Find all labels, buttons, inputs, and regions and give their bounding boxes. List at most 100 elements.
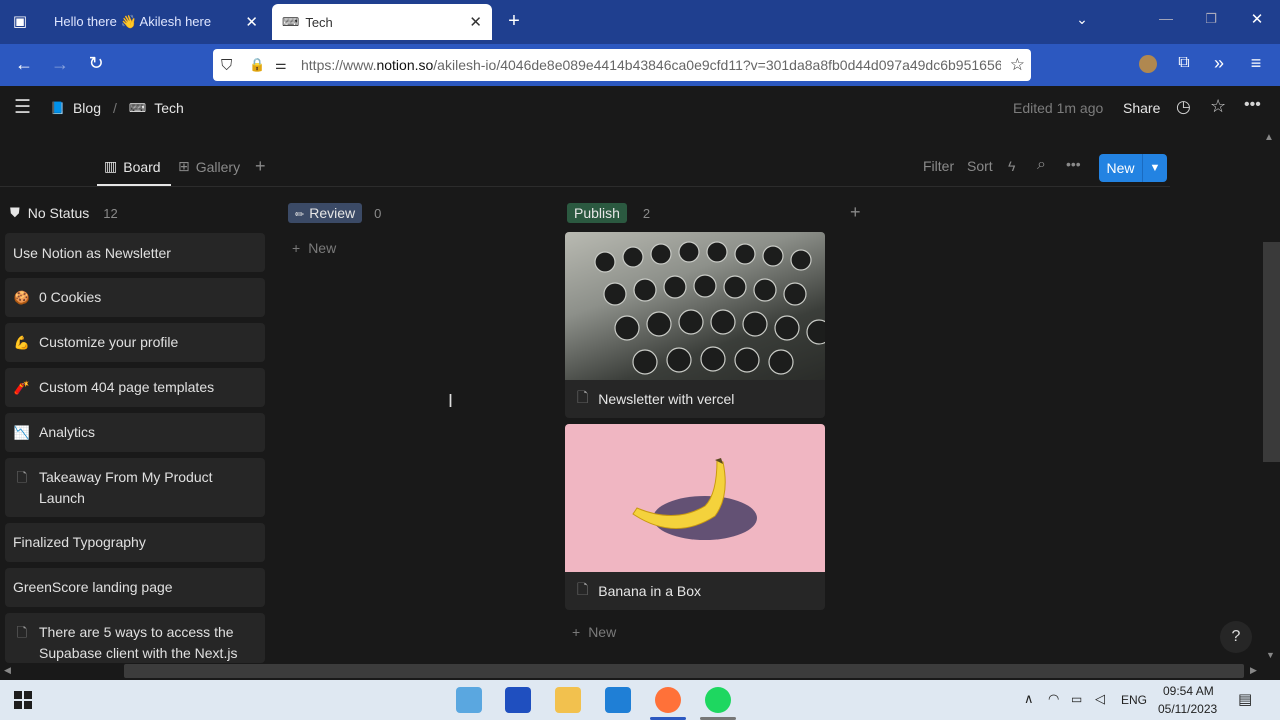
tab-title: Hello there 👋 Akilesh here — [54, 14, 212, 29]
browser-tab-tech[interactable]: ⌨ Tech ✕ — [272, 4, 492, 40]
url-prefix: https://www. — [301, 57, 377, 73]
tab-board[interactable]: ▥ Board — [104, 158, 161, 175]
notification-icon[interactable]: ▤ — [1238, 690, 1252, 708]
firefox-icon[interactable] — [655, 687, 681, 713]
language-indicator[interactable]: ENG — [1121, 693, 1147, 707]
battery-icon[interactable]: ▭ — [1071, 692, 1082, 706]
card-title: Use Notion as Newsletter — [13, 245, 171, 261]
webstorm-icon[interactable] — [505, 687, 531, 713]
lock-icon[interactable]: 🔒 — [249, 57, 265, 73]
help-button[interactable]: ? — [1220, 621, 1252, 653]
view-more-icon[interactable]: ••• — [1066, 156, 1081, 172]
card[interactable]: 🗋 Takeaway From My Product Launch — [5, 458, 265, 517]
back-arrow-icon[interactable]: ← — [12, 54, 36, 75]
add-group-icon[interactable]: + — [850, 202, 861, 223]
url-text[interactable]: https://www.notion.so/akilesh-io/4046de8… — [301, 57, 1001, 73]
app-icon-generic[interactable] — [456, 687, 482, 713]
card-title: Analytics — [39, 424, 96, 440]
card[interactable]: GreenScore landing page — [5, 568, 265, 607]
publish-new-button[interactable]: + New — [572, 624, 616, 640]
card[interactable]: 🗋 There are 5 ways to access the Supabas… — [5, 613, 265, 663]
tab-gallery[interactable]: ⊞ Gallery — [178, 158, 240, 175]
column-count: 2 — [642, 205, 651, 221]
review-new-button[interactable]: + New — [292, 240, 336, 256]
clock-date[interactable]: 05/11/2023 — [1158, 702, 1217, 716]
add-view-icon[interactable]: + — [255, 156, 266, 177]
history-clock-icon[interactable]: ◷ — [1176, 97, 1191, 117]
share-button[interactable]: Share — [1123, 100, 1160, 116]
publish-card[interactable]: 🗋 Banana in a Box — [565, 424, 825, 610]
tab-overview-icon[interactable]: ▣ — [8, 12, 32, 30]
scroll-down-arrow-icon[interactable]: ▼ — [1266, 650, 1275, 660]
more-options-icon[interactable]: ••• — [1244, 96, 1261, 114]
card-title: There are 5 ways to access the Supabase … — [39, 624, 238, 661]
chevron-down-icon[interactable]: ▼ — [1142, 154, 1167, 182]
sort-button[interactable]: Sort — [967, 158, 993, 174]
address-bar[interactable]: ⛉ 🔒 ⚌ https://www.notion.so/akilesh-io/4… — [213, 49, 1031, 81]
card[interactable]: 📉 Analytics — [5, 413, 265, 452]
scroll-up-arrow-icon[interactable]: ▲ — [1264, 132, 1274, 143]
menu-icon[interactable]: ≡ — [1244, 53, 1268, 74]
permissions-icon[interactable]: ⚌ — [275, 57, 287, 73]
wifi-icon[interactable]: ◠ — [1048, 691, 1059, 707]
bookmark-star-icon[interactable]: ☆ — [1010, 55, 1025, 75]
card[interactable]: Use Notion as Newsletter — [5, 233, 265, 272]
favorite-star-icon[interactable]: ☆ — [1210, 96, 1226, 117]
minimize-icon[interactable]: — — [1154, 10, 1178, 26]
filter-button[interactable]: Filter — [923, 158, 954, 174]
vscode-icon[interactable] — [605, 687, 631, 713]
tray-chevron-up-icon[interactable]: ∧ — [1024, 691, 1034, 707]
automation-lightning-icon[interactable]: ϟ — [1008, 158, 1015, 174]
column-label: No Status — [27, 205, 90, 221]
close-tab-icon[interactable]: ✕ — [245, 13, 258, 31]
sidebar-toggle-icon[interactable]: ☰ — [14, 96, 31, 119]
card[interactable]: 💪 Customize your profile — [5, 323, 265, 362]
new-button[interactable]: New ▼ — [1099, 154, 1167, 182]
forward-arrow-icon[interactable]: → — [48, 54, 72, 75]
notion-topbar: ☰ 📘 Blog / ⌨ Tech Edited 1m ago Share ◷ … — [0, 86, 1280, 130]
profile-avatar[interactable] — [1139, 55, 1157, 73]
url-path: /akilesh-io/4046de8e089e4414b43846ca0e9c… — [433, 57, 1001, 73]
close-window-icon[interactable]: ✕ — [1245, 10, 1269, 28]
close-tab-icon[interactable]: ✕ — [469, 13, 482, 31]
horizontal-scrollbar[interactable] — [124, 664, 1244, 678]
breadcrumb-separator: / — [112, 100, 117, 116]
windows-start-icon[interactable] — [14, 691, 32, 709]
scroll-right-arrow-icon[interactable]: ▶ — [1250, 665, 1257, 676]
column-header-no-status[interactable]: ⛊ No Status 12 — [10, 202, 118, 224]
keyboard-icon: ⌨ — [128, 101, 147, 115]
column-header-publish[interactable]: Publish 2 — [567, 202, 650, 224]
new-label: New — [588, 624, 617, 640]
extensions-icon[interactable]: ⧉ — [1172, 54, 1196, 72]
reload-icon[interactable]: ↻ — [84, 53, 108, 74]
new-label: New — [308, 240, 337, 256]
more-tools-icon[interactable]: » — [1207, 53, 1231, 74]
tab-list-chevron-icon[interactable]: ⌄ — [1070, 11, 1094, 28]
vertical-scrollbar[interactable] — [1263, 242, 1280, 462]
publish-card[interactable]: 🗋 Newsletter with vercel — [565, 232, 825, 418]
card[interactable]: Finalized Typography — [5, 523, 265, 562]
view-divider — [0, 186, 1170, 187]
breadcrumb-blog[interactable]: Blog — [73, 100, 101, 116]
page-icon: 🗋 — [16, 625, 28, 640]
breadcrumb-tech[interactable]: Tech — [154, 100, 184, 116]
publish-pill: Publish — [567, 203, 627, 223]
card[interactable]: 🍪 0 Cookies — [5, 278, 265, 317]
browser-tab-bar: ▣ Hello there 👋 Akilesh here ✕ ⌨ Tech ✕ … — [0, 0, 1280, 44]
card[interactable]: 🧨 Custom 404 page templates — [5, 368, 265, 407]
file-explorer-icon[interactable] — [555, 687, 581, 713]
restore-icon[interactable]: ❐ — [1199, 11, 1223, 27]
new-tab-icon[interactable]: + — [502, 10, 526, 33]
text-cursor-icon: I — [448, 391, 454, 411]
browser-tab-hello[interactable]: Hello there 👋 Akilesh here ✕ — [44, 4, 268, 40]
column-header-review[interactable]: ✏ Review 0 — [288, 202, 381, 224]
flexed-bicep-icon: 💪 — [13, 335, 31, 350]
plus-icon: + — [572, 624, 581, 640]
search-icon[interactable]: ⌕ — [1037, 156, 1046, 174]
pencil-icon: ✏ — [295, 209, 305, 221]
volume-icon[interactable]: ◁ — [1095, 691, 1105, 707]
scroll-left-arrow-icon[interactable]: ◀ — [4, 665, 11, 676]
shield-icon[interactable]: ⛉ — [221, 57, 232, 74]
spotify-icon[interactable] — [705, 687, 731, 713]
clock-time[interactable]: 09:54 AM — [1163, 684, 1214, 698]
